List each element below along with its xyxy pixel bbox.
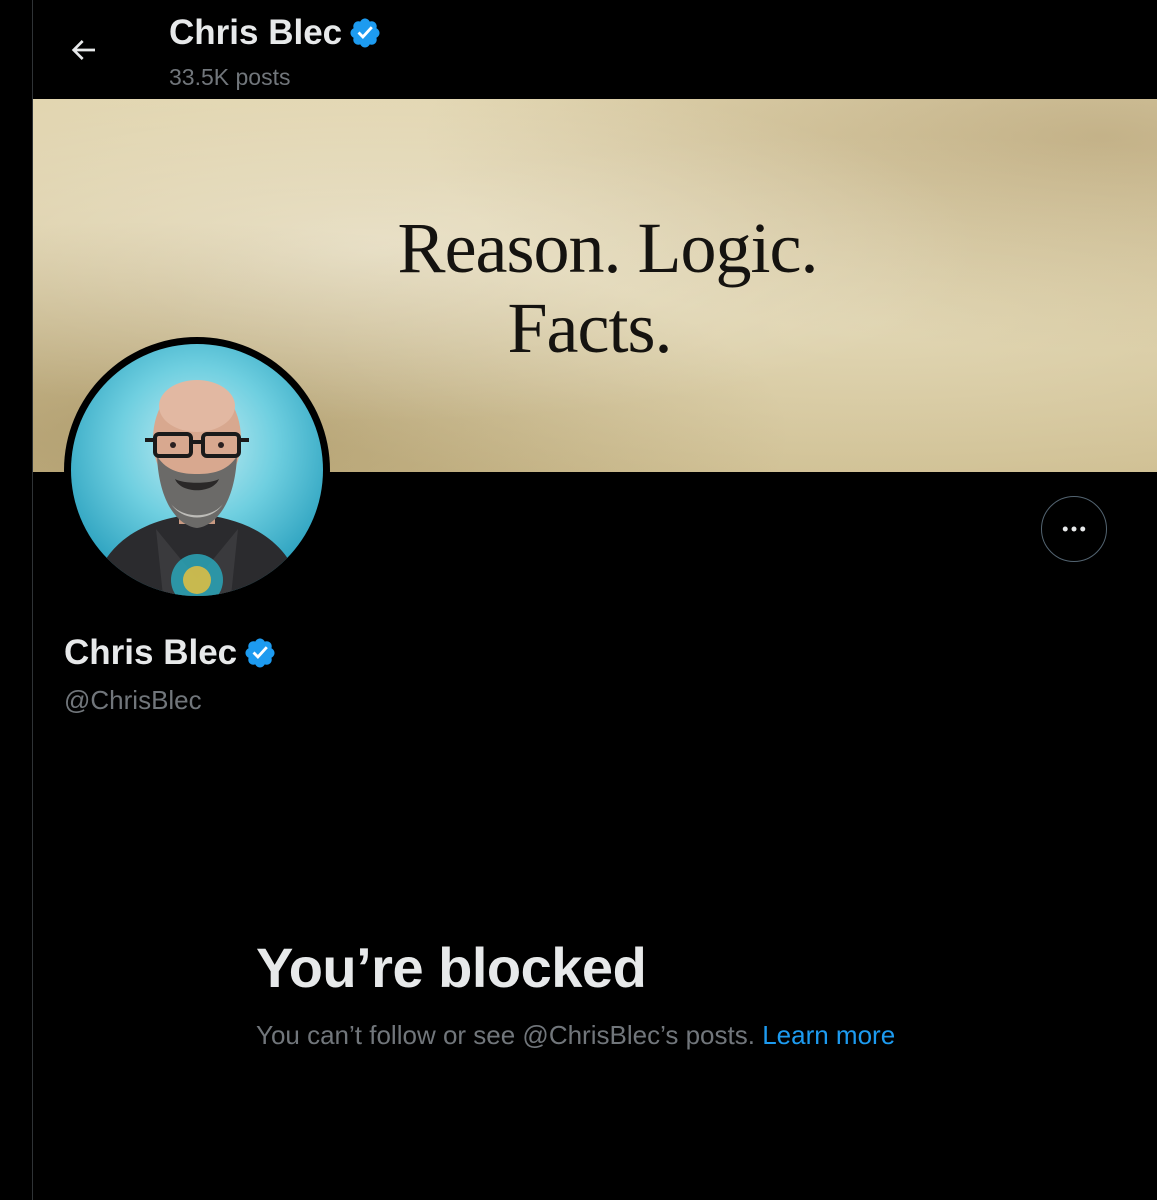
- avatar-portrait: [91, 380, 303, 596]
- profile-display-name: Chris Blec: [64, 633, 238, 672]
- arrow-left-icon: [71, 40, 95, 60]
- header-display-name: Chris Blec: [169, 13, 343, 52]
- more-options-button[interactable]: [1041, 496, 1107, 562]
- profile-handle: @ChrisBlec: [64, 685, 202, 715]
- banner-text-line-1: Reason. Logic.: [397, 208, 819, 288]
- avatar-image: [71, 344, 323, 596]
- blocked-message: You can’t follow or see @ChrisBlec’s pos…: [256, 1016, 906, 1054]
- more-horizontal-icon: [1062, 526, 1086, 532]
- blocked-message-text: You can’t follow or see @ChrisBlec’s pos…: [256, 1020, 755, 1050]
- header-title: Chris Blec: [169, 12, 382, 54]
- profile-name: Chris Blec: [64, 632, 277, 674]
- avatar[interactable]: [64, 337, 330, 603]
- back-button[interactable]: [55, 22, 111, 78]
- verified-badge-icon: [350, 18, 380, 48]
- post-count: 33.5K posts: [169, 64, 291, 90]
- blocked-title: You’re blocked: [256, 936, 647, 999]
- learn-more-link[interactable]: Learn more: [762, 1020, 895, 1050]
- profile-page: Chris Blec 33.5K posts Reason. Logic. Fa…: [32, 0, 1157, 1200]
- verified-badge-icon[interactable]: [243, 636, 277, 670]
- profile-header: Chris Blec 33.5K posts: [33, 0, 1157, 99]
